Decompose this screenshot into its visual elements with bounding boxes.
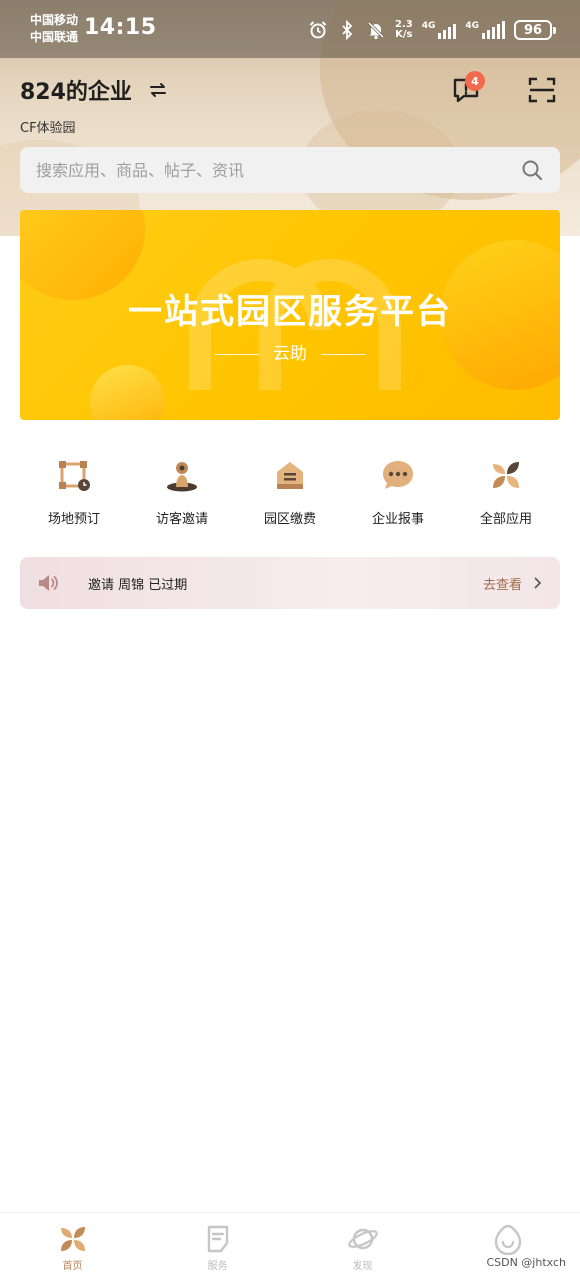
quick-menu-venue-booking[interactable]: 场地预订	[20, 456, 128, 527]
quick-menu-park-payment[interactable]: 园区缴费	[236, 456, 344, 527]
status-bar: 中国移动 中国联通 14:15 2.3 K/s 4G 4G 96	[0, 0, 580, 58]
profile-icon	[494, 1224, 521, 1255]
status-icons: 2.3 K/s 4G 4G 96	[308, 17, 556, 43]
tab-home[interactable]: 首页	[0, 1213, 145, 1279]
scan-icon[interactable]	[526, 74, 558, 106]
company-switcher[interactable]: 824的企业	[20, 74, 168, 106]
enterprise-report-icon	[383, 461, 413, 489]
company-name: 824的企业	[20, 80, 132, 105]
watermark: CSDN @jhtxch	[486, 1256, 566, 1269]
venue-booking-icon	[59, 461, 90, 491]
quick-menu-enterprise-report[interactable]: 企业报事	[344, 456, 452, 527]
search-input[interactable]	[36, 160, 520, 180]
view-link[interactable]: 去查看	[483, 574, 522, 593]
mute-bell-icon	[366, 20, 386, 40]
tab-service[interactable]: 服务	[145, 1213, 290, 1279]
search-bar[interactable]	[20, 147, 560, 193]
tab-discover[interactable]: 发现	[290, 1213, 435, 1279]
carrier-info: 中国移动 中国联通	[30, 12, 78, 46]
battery-indicator: 96	[514, 20, 556, 40]
tab-profile[interactable]	[435, 1213, 580, 1279]
home-icon	[60, 1227, 85, 1251]
all-apps-icon	[493, 462, 519, 488]
alarm-icon	[308, 20, 328, 40]
discover-icon	[347, 1228, 378, 1250]
visitor-invite-icon	[167, 462, 197, 492]
chevron-right-icon[interactable]	[530, 576, 544, 590]
clock: 14:15	[84, 15, 157, 40]
message-badge: 4	[465, 71, 485, 91]
switch-icon[interactable]	[148, 80, 168, 100]
search-icon[interactable]	[520, 158, 544, 182]
service-icon	[207, 1225, 228, 1253]
park-payment-icon	[277, 462, 303, 489]
bluetooth-icon	[337, 20, 357, 40]
quick-menu-visitor-invite[interactable]: 访客邀请	[128, 456, 236, 527]
carrier-2: 中国联通	[30, 30, 79, 44]
net-speed: 2.3 K/s	[394, 19, 413, 40]
invitation-notice[interactable]: 邀请 周锦 已过期 去查看	[20, 557, 560, 609]
banner-title: 一站式园区服务平台	[128, 292, 452, 332]
banner-subtitle: 云助	[20, 339, 560, 364]
signal-strength-2: 4G	[465, 21, 505, 39]
speaker-icon	[39, 575, 58, 591]
promo-banner[interactable]: 一站式园区服务平台 云助	[20, 210, 560, 420]
carrier-1: 中国移动	[30, 13, 79, 27]
quick-menu: 场地预订 访客邀请 园区缴费 企业报事 全部应用	[20, 456, 560, 527]
park-name: CF体验园	[20, 121, 76, 136]
quick-menu-all-apps[interactable]: 全部应用	[452, 456, 560, 527]
notice-text: 邀请 周锦 已过期	[88, 577, 188, 593]
signal-strength-1: 4G	[422, 21, 457, 39]
